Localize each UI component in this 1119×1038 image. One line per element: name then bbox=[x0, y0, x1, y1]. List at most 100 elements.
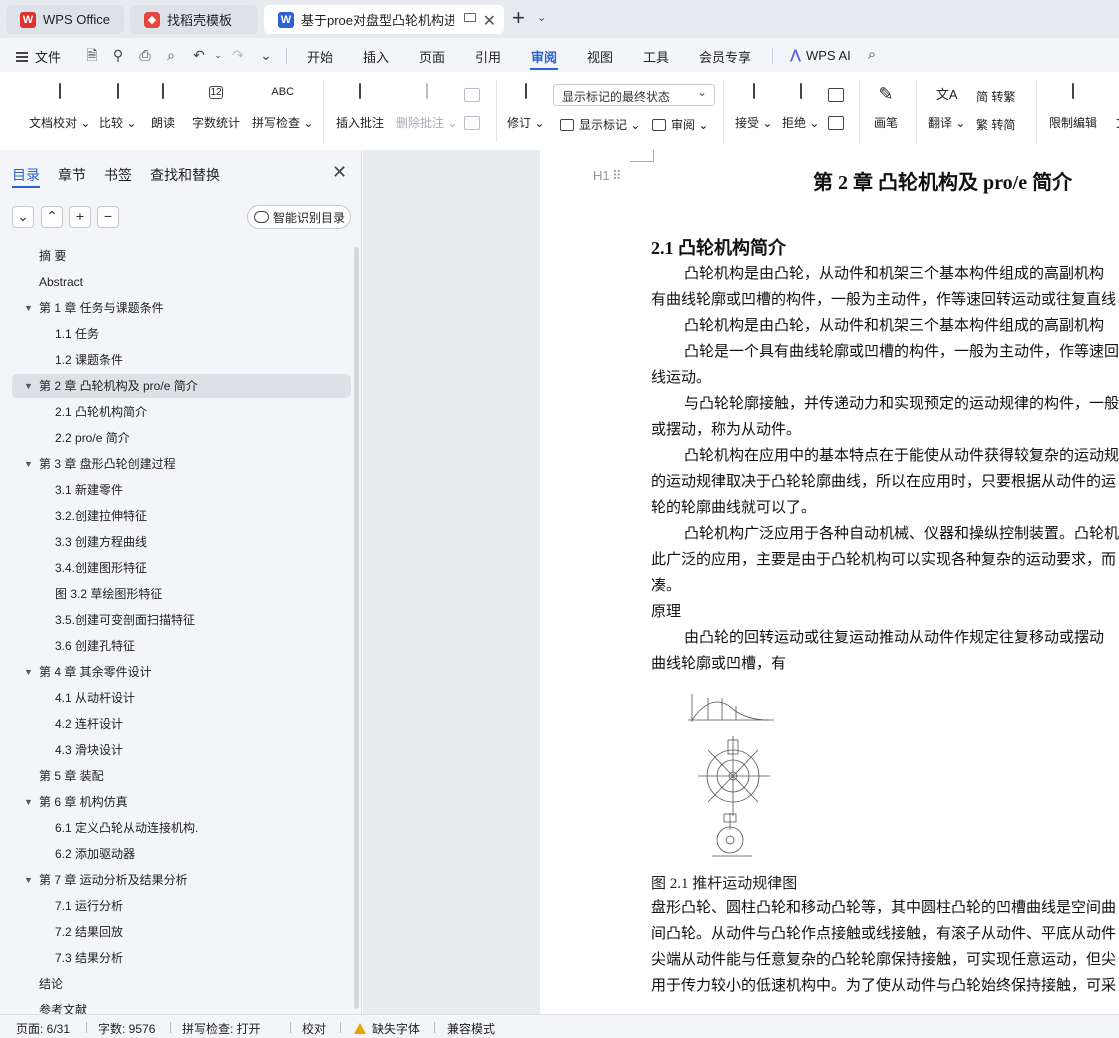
save-icon[interactable]: 🗎 bbox=[84, 47, 100, 63]
to-traditional-button[interactable]: 简 转繁 bbox=[976, 88, 1015, 105]
toc-item[interactable]: 4.1 从动杆设计 bbox=[12, 686, 351, 710]
reject-button[interactable]: 拒绝 ⌄ bbox=[782, 83, 819, 131]
monitor-icon[interactable] bbox=[464, 13, 476, 22]
remove-heading-button[interactable]: − bbox=[97, 206, 119, 228]
toc-item[interactable]: 2.1 凸轮机构简介 bbox=[12, 400, 351, 424]
proofread-indicator[interactable]: 校对 bbox=[302, 1020, 326, 1037]
search-icon[interactable]: ⌕ bbox=[864, 47, 880, 63]
toc-item[interactable]: 1.1 任务 bbox=[12, 322, 351, 346]
expand-arrow-icon[interactable]: ▼ bbox=[24, 452, 33, 476]
toc-item[interactable]: ▼ 第 7 章 运动分析及结果分析 bbox=[12, 868, 351, 892]
file-menu[interactable]: 文件 bbox=[16, 47, 61, 66]
menu-tools[interactable]: 工具 bbox=[643, 47, 669, 66]
menu-references[interactable]: 引用 bbox=[475, 47, 501, 66]
markup-view-select[interactable]: 显示标记的最终状态 bbox=[553, 84, 715, 106]
next-change-icon[interactable] bbox=[828, 116, 844, 130]
toc-item[interactable]: 3.1 新建零件 bbox=[12, 478, 351, 502]
menu-membership[interactable]: 会员专享 bbox=[699, 47, 751, 66]
show-markup-button[interactable]: 显示标记 ⌄ bbox=[560, 116, 640, 133]
toc-item[interactable]: 4.3 滑块设计 bbox=[12, 738, 351, 762]
menu-review[interactable]: 审阅 bbox=[531, 47, 557, 66]
wps-ai-button[interactable]: ⋀ WPS AI bbox=[790, 47, 851, 63]
new-tab-icon[interactable]: + bbox=[512, 7, 525, 29]
share-icon[interactable]: ⚲ bbox=[110, 47, 126, 63]
toc-item[interactable]: 3.2.创建拉伸特征 bbox=[12, 504, 351, 528]
undo-dropdown-icon[interactable]: ⌄ bbox=[210, 47, 226, 63]
menu-view[interactable]: 视图 bbox=[587, 47, 613, 66]
more-ribbon-button[interactable]: 文 bbox=[1110, 84, 1119, 131]
toc-item[interactable]: 7.2 结果回放 bbox=[12, 920, 351, 944]
toc-item[interactable]: 3.5.创建可变剖面扫描特征 bbox=[12, 608, 351, 632]
toc-item[interactable]: ▼ 第 2 章 凸轮机构及 pro/e 简介 bbox=[12, 374, 351, 398]
insert-comment-button[interactable]: 插入批注 bbox=[336, 83, 384, 131]
toc-item[interactable]: 参考文献 bbox=[12, 998, 351, 1014]
expand-arrow-icon[interactable]: ▼ bbox=[24, 868, 33, 892]
collapse-all-button[interactable]: ⌄ bbox=[12, 206, 34, 228]
compare-button[interactable]: 比较 ⌄ bbox=[99, 83, 136, 131]
undo-icon[interactable]: ↶ bbox=[191, 47, 207, 63]
menu-home[interactable]: 开始 bbox=[307, 47, 333, 66]
document-page[interactable]: H1 ⠿ 第 2 章 凸轮机构及 pro/e 简介 2.1 凸轮机构简介 图 2… bbox=[540, 150, 1119, 1014]
toc-item[interactable]: 摘 要 bbox=[12, 244, 351, 268]
drag-handle-icon[interactable]: ⠿ bbox=[612, 168, 621, 184]
to-simplified-button[interactable]: 繁 转简 bbox=[976, 116, 1015, 133]
translate-button[interactable]: 文A 翻译 ⌄ bbox=[928, 84, 965, 131]
customize-dropdown-icon[interactable]: ⌄ bbox=[258, 47, 274, 63]
page-indicator[interactable]: 页面: 6/31 bbox=[16, 1020, 70, 1037]
menu-insert[interactable]: 插入 bbox=[363, 47, 389, 66]
toc-scrollbar[interactable] bbox=[354, 247, 359, 1009]
restrict-editing-button[interactable]: 限制编辑 bbox=[1049, 83, 1097, 131]
toc-item[interactable]: 6.2 添加驱动器 bbox=[12, 842, 351, 866]
tab-wps-office[interactable]: W WPS Office bbox=[6, 5, 124, 34]
expand-arrow-icon[interactable]: ▼ bbox=[24, 374, 33, 398]
toc-item[interactable]: ▼ 第 3 章 盘形凸轮创建过程 bbox=[12, 452, 351, 476]
accept-button[interactable]: 接受 ⌄ bbox=[735, 83, 772, 131]
document-area[interactable]: H1 ⠿ 第 2 章 凸轮机构及 pro/e 简介 2.1 凸轮机构简介 图 2… bbox=[363, 150, 1119, 1014]
print-preview-icon[interactable]: ⌕ bbox=[163, 47, 179, 63]
toc-item[interactable]: 3.3 创建方程曲线 bbox=[12, 530, 351, 554]
spell-check-indicator[interactable]: 拼写检查: 打开 bbox=[182, 1020, 261, 1037]
toc-item[interactable]: Abstract bbox=[12, 270, 351, 294]
tab-current-document[interactable]: W 基于proe对盘型凸轮机构进行 ✕ bbox=[264, 5, 504, 34]
toc-item[interactable]: 1.2 课题条件 bbox=[12, 348, 351, 372]
nav-tab-toc[interactable]: 目录 bbox=[12, 165, 40, 185]
tab-docer-templates[interactable]: ◆ 找稻壳模板 bbox=[130, 5, 258, 34]
toc-item[interactable]: 2.2 pro/e 简介 bbox=[12, 426, 351, 450]
expand-arrow-icon[interactable]: ▼ bbox=[24, 660, 33, 684]
expand-button[interactable]: ⌃ bbox=[41, 206, 63, 228]
toc-item[interactable]: 第 5 章 装配 bbox=[12, 764, 351, 788]
nav-tab-bookmarks[interactable]: 书签 bbox=[104, 165, 132, 185]
previous-change-icon[interactable] bbox=[828, 88, 844, 102]
toc-item[interactable]: ▼ 第 1 章 任务与课题条件 bbox=[12, 296, 351, 320]
toc-item[interactable]: 图 3.2 草绘图形特征 bbox=[12, 582, 351, 606]
read-aloud-button[interactable]: 朗读 bbox=[151, 83, 175, 131]
close-icon[interactable]: ✕ bbox=[483, 11, 496, 31]
doc-check-button[interactable]: 文档校对 ⌄ bbox=[29, 83, 90, 131]
pen-button[interactable]: ✎ 画笔 bbox=[874, 84, 898, 131]
menu-page[interactable]: 页面 bbox=[419, 47, 445, 66]
toc-item[interactable]: 3.6 创建孔特征 bbox=[12, 634, 351, 658]
missing-fonts-indicator[interactable]: 缺失字体 bbox=[354, 1020, 420, 1037]
print-icon[interactable]: ⎙ bbox=[137, 47, 153, 63]
review-pane-button[interactable]: 审阅 ⌄ bbox=[652, 116, 708, 133]
toc-item[interactable]: ▼ 第 4 章 其余零件设计 bbox=[12, 660, 351, 684]
toc-item[interactable]: ▼ 第 6 章 机构仿真 bbox=[12, 790, 351, 814]
chevron-down-icon[interactable]: ⌄ bbox=[537, 11, 546, 24]
toc-item[interactable]: 7.1 运行分析 bbox=[12, 894, 351, 918]
toc-item[interactable]: 4.2 连杆设计 bbox=[12, 712, 351, 736]
toc-item[interactable]: 7.3 结果分析 bbox=[12, 946, 351, 970]
word-count-indicator[interactable]: 字数: 9576 bbox=[98, 1020, 155, 1037]
nav-tab-sections[interactable]: 章节 bbox=[58, 165, 86, 185]
toc-item[interactable]: 结论 bbox=[12, 972, 351, 996]
toc-item[interactable]: 6.1 定义凸轮从动连接机构. bbox=[12, 816, 351, 840]
smart-toc-button[interactable]: 智能识别目录 bbox=[247, 205, 351, 229]
expand-arrow-icon[interactable]: ▼ bbox=[24, 296, 33, 320]
nav-tab-find-replace[interactable]: 查找和替换 bbox=[150, 165, 220, 185]
word-count-button[interactable]: 12 字数统计 bbox=[192, 84, 240, 131]
spell-check-button[interactable]: ABC 拼写检查 ⌄ bbox=[252, 84, 313, 131]
close-icon[interactable]: ✕ bbox=[332, 162, 347, 183]
toc-item[interactable]: 3.4.创建图形特征 bbox=[12, 556, 351, 580]
add-heading-button[interactable]: + bbox=[69, 206, 91, 228]
expand-arrow-icon[interactable]: ▼ bbox=[24, 790, 33, 814]
track-changes-button[interactable]: 修订 ⌄ bbox=[507, 83, 544, 131]
